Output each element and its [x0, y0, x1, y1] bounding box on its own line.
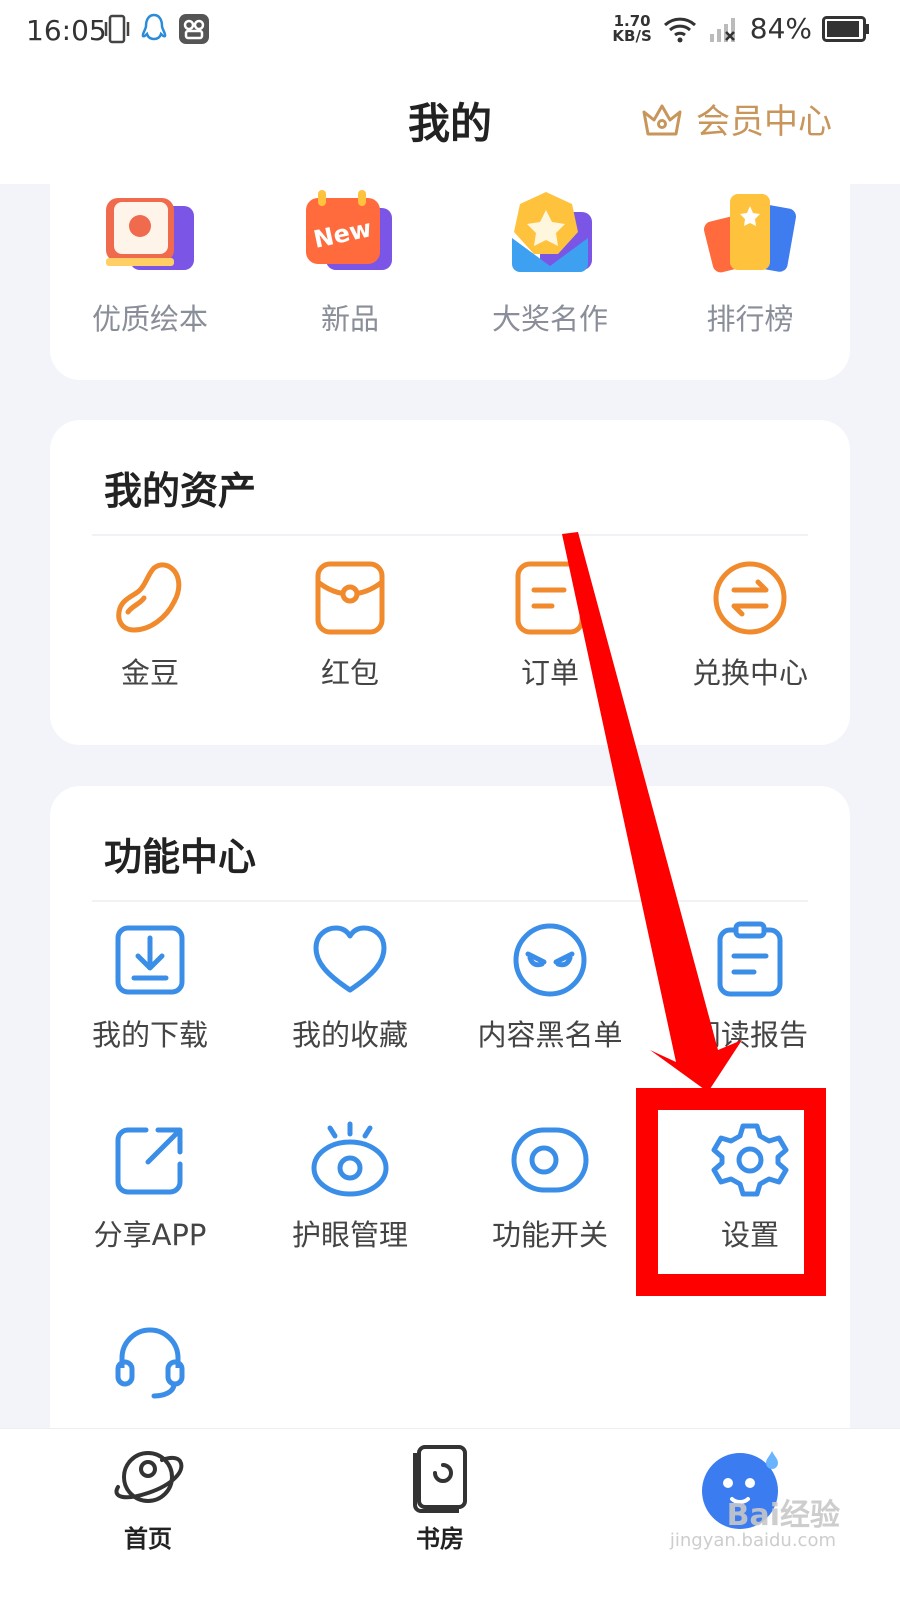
asset-label: 订单 — [520, 656, 579, 690]
download-icon — [115, 925, 185, 995]
status-bar: 16:05 1.70 KB/S 84% — [0, 0, 900, 64]
net-speed: 1.70 KB/S — [612, 11, 652, 45]
func-my-favorites[interactable]: 我的收藏 — [250, 920, 450, 1054]
tab-bookshelf[interactable]: 书房 — [360, 1443, 520, 1554]
wifi-icon — [663, 17, 696, 42]
planet-icon — [114, 1451, 184, 1503]
category-new[interactable]: New 新品 — [250, 188, 450, 338]
headset-icon — [115, 1327, 185, 1399]
category-label: 大奖名作 — [491, 302, 608, 336]
category-card: 优质绘本 New 新品 大奖名作 排行榜 — [50, 184, 850, 380]
vip-center-label: 会员中心 — [696, 102, 832, 142]
func-content-blacklist[interactable]: 内容黑名单 — [450, 920, 650, 1054]
asset-red-packet[interactable]: 红包 — [250, 558, 450, 692]
category-label: 优质绘本 — [91, 302, 208, 336]
vip-center-link[interactable]: 会员中心 — [640, 94, 832, 143]
divider — [92, 900, 808, 902]
func-my-downloads[interactable]: 我的下载 — [50, 920, 250, 1054]
new-calendar-icon: New — [306, 190, 392, 270]
func-reading-report[interactable]: 阅读报告 — [650, 920, 850, 1054]
heart-icon — [313, 925, 387, 993]
picture-book-icon — [106, 198, 194, 270]
category-picture-books[interactable]: 优质绘本 — [50, 188, 250, 338]
app-notification-icon — [179, 14, 209, 44]
page-header: 我的 会员中心 — [0, 64, 900, 184]
function-label: 内容黑名单 — [477, 1018, 623, 1052]
toggle-icon — [511, 1127, 589, 1193]
battery-icon — [822, 15, 869, 42]
category-label: 新品 — [320, 302, 379, 336]
function-label: 阅读报告 — [691, 1018, 808, 1052]
function-label: 分享APP — [93, 1218, 207, 1252]
eye-care-icon — [311, 1121, 389, 1197]
book-icon — [413, 1445, 467, 1513]
divider — [92, 534, 808, 536]
annotation-highlight-box — [636, 1088, 826, 1296]
asset-label: 金豆 — [120, 656, 179, 690]
function-label: 护眼管理 — [291, 1218, 408, 1252]
func-feature-switch[interactable]: 功能开关 — [450, 1120, 650, 1254]
category-award-works[interactable]: 大奖名作 — [450, 188, 650, 338]
asset-orders[interactable]: 订单 — [450, 558, 650, 692]
tab-home[interactable]: 首页 — [68, 1443, 228, 1554]
asset-exchange-center[interactable]: 兑换中心 — [650, 558, 850, 692]
tab-bookshelf-label: 书房 — [416, 1525, 464, 1553]
tab-home-label: 首页 — [124, 1525, 172, 1553]
vibrate-icon — [104, 14, 130, 44]
clipboard-report-icon — [717, 921, 783, 997]
red-packet-icon — [315, 561, 385, 635]
asset-label: 兑换中心 — [691, 656, 808, 690]
bean-icon — [116, 562, 182, 633]
assets-title: 我的资产 — [104, 469, 257, 513]
assets-card: 我的资产 金豆 红包 订单 兑换中心 — [50, 420, 850, 745]
share-icon — [115, 1127, 183, 1195]
status-time: 16:05 — [26, 14, 107, 47]
category-label: 排行榜 — [706, 302, 794, 336]
asset-gold-beans[interactable]: 金豆 — [50, 558, 250, 692]
ranking-cards-icon — [704, 194, 796, 273]
function-label: 我的收藏 — [291, 1018, 408, 1052]
func-share-app[interactable]: 分享APP — [50, 1120, 250, 1254]
watermark-brand: Bai经验 — [726, 1498, 840, 1533]
award-star-icon — [512, 192, 592, 272]
signal-icon — [709, 17, 735, 42]
function-label: 我的下载 — [91, 1018, 208, 1052]
func-customer-service[interactable] — [50, 1320, 250, 1412]
function-label: 功能开关 — [491, 1218, 608, 1252]
battery-percent: 84% — [749, 12, 812, 45]
exchange-icon — [713, 561, 787, 635]
func-eye-care[interactable]: 护眼管理 — [250, 1120, 450, 1254]
function-center-title: 功能中心 — [104, 835, 257, 879]
blacklist-face-icon — [513, 923, 587, 997]
order-icon — [515, 561, 585, 635]
qq-icon — [141, 13, 167, 41]
watermark-url: jingyan.baidu.com — [669, 1530, 836, 1551]
crown-icon — [642, 104, 682, 135]
asset-label: 红包 — [320, 656, 379, 690]
category-ranking[interactable]: 排行榜 — [650, 188, 850, 338]
